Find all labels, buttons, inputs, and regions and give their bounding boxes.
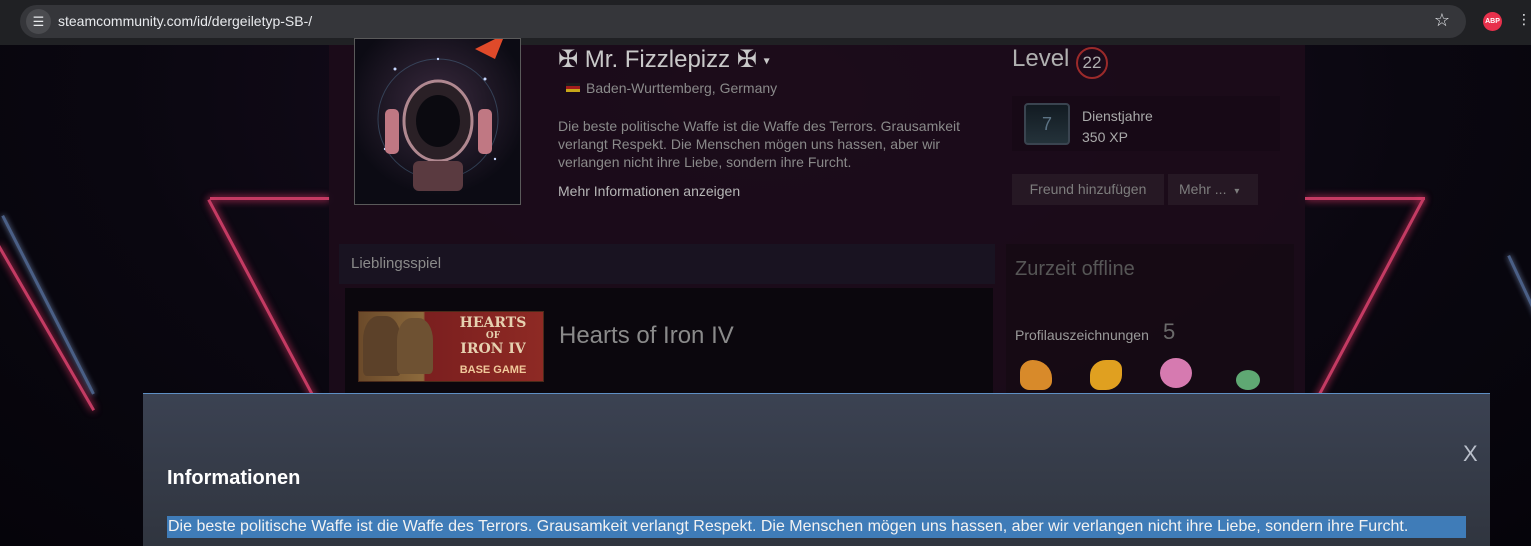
level-label: Level bbox=[1012, 45, 1070, 72]
close-icon[interactable]: X bbox=[1463, 443, 1478, 465]
level-badge[interactable]: 22 bbox=[1076, 47, 1108, 79]
favorite-game-header: Lieblingsspiel bbox=[339, 244, 995, 284]
browser-toolbar: ☰ steamcommunity.com/id/dergeiletyp-SB-/… bbox=[0, 0, 1531, 45]
more-dropdown-button[interactable]: Mehr ... ▾ bbox=[1168, 174, 1258, 205]
portrait-decoration bbox=[397, 318, 433, 374]
star-icon[interactable]: ☆ bbox=[1434, 10, 1450, 31]
capsule-title-line: IRON IV bbox=[460, 341, 526, 357]
award-icon[interactable] bbox=[1236, 370, 1260, 390]
puzzle-icon[interactable]: ⋮ bbox=[1517, 11, 1531, 28]
location-text: Baden-Wurttemberg, Germany bbox=[586, 80, 778, 96]
tune-icon[interactable]: ☰ bbox=[26, 9, 51, 34]
persona-name[interactable]: ✠ Mr. Fizzlepizz ✠ ▾ bbox=[558, 45, 770, 74]
url-text[interactable]: steamcommunity.com/id/dergeiletyp-SB-/ bbox=[58, 13, 312, 29]
profile-awards-label[interactable]: Profilauszeichnungen bbox=[1015, 327, 1149, 343]
profile-awards-count: 5 bbox=[1163, 319, 1176, 344]
portrait-decoration bbox=[363, 316, 401, 376]
dialog-summary-text[interactable]: Die beste politische Waffe ist die Waffe… bbox=[167, 516, 1466, 538]
badge-name: Dienstjahre bbox=[1082, 108, 1153, 124]
neon-decoration bbox=[1507, 255, 1531, 402]
neon-decoration bbox=[1304, 197, 1425, 420]
capsule-title: HEARTS OF IRON IV bbox=[443, 315, 543, 357]
game-capsule-image[interactable]: HEARTS OF IRON IV BASE GAME bbox=[358, 311, 544, 382]
neon-decoration bbox=[210, 197, 330, 200]
neon-decoration bbox=[1305, 197, 1425, 200]
capsule-title-line: HEARTS bbox=[459, 315, 527, 331]
badge-xp: 350 XP bbox=[1082, 129, 1128, 145]
profile-summary: Die beste politische Waffe ist die Waffe… bbox=[558, 118, 961, 170]
germany-flag-icon bbox=[566, 83, 580, 92]
more-label: Mehr ... bbox=[1179, 181, 1227, 197]
add-friend-button[interactable]: Freund hinzufügen bbox=[1012, 174, 1164, 205]
neon-decoration bbox=[207, 199, 328, 422]
adblock-extension-icon[interactable]: ABP bbox=[1483, 12, 1502, 31]
award-icon[interactable] bbox=[1160, 358, 1192, 388]
more-info-link[interactable]: Mehr Informationen anzeigen bbox=[558, 183, 740, 199]
award-icon[interactable] bbox=[1090, 360, 1122, 390]
neon-decoration bbox=[1, 215, 95, 395]
neon-decoration bbox=[0, 245, 95, 412]
chevron-down-icon[interactable]: ▾ bbox=[764, 54, 770, 68]
capsule-subtitle: BASE GAME bbox=[459, 364, 527, 376]
favorite-game-name[interactable]: Hearts of Iron IV bbox=[559, 322, 734, 350]
online-status: Zurzeit offline bbox=[1015, 258, 1135, 280]
address-bar[interactable]: ☰ steamcommunity.com/id/dergeiletyp-SB-/… bbox=[20, 5, 1466, 38]
profile-avatar[interactable] bbox=[354, 38, 521, 205]
persona-name-text: ✠ Mr. Fizzlepizz ✠ bbox=[558, 46, 757, 73]
dialog-title: Informationen bbox=[167, 467, 301, 489]
profile-location: Baden-Wurttemberg, Germany bbox=[566, 80, 777, 96]
chevron-down-icon: ▾ bbox=[1234, 186, 1240, 197]
years-of-service-badge-icon: 7 bbox=[1024, 103, 1070, 145]
